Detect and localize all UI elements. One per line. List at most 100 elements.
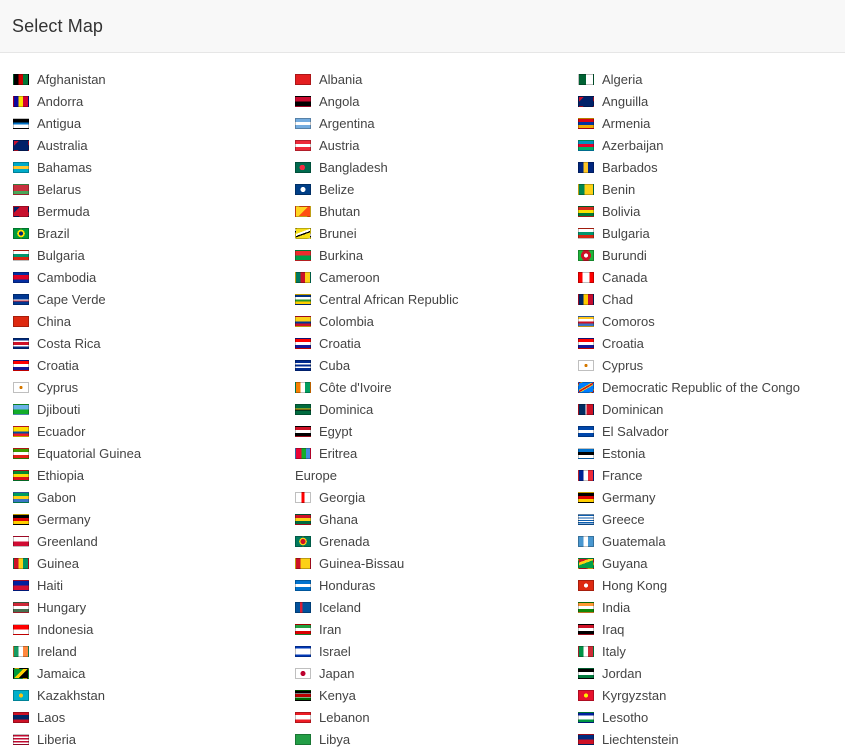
map-item-brunei[interactable]: Brunei: [295, 222, 458, 244]
map-item-afghanistan[interactable]: Afghanistan: [13, 68, 141, 90]
map-item-guatemala[interactable]: Guatemala: [578, 530, 800, 552]
map-item-iceland[interactable]: Iceland: [295, 596, 458, 618]
map-item-guinea-bissau[interactable]: Guinea-Bissau: [295, 552, 458, 574]
map-item-angola[interactable]: Angola: [295, 90, 458, 112]
map-item-libya[interactable]: Libya: [295, 728, 458, 750]
map-item-kazakhstan[interactable]: Kazakhstan: [13, 684, 141, 706]
map-item-bahamas[interactable]: Bahamas: [13, 156, 141, 178]
map-item-greece[interactable]: Greece: [578, 508, 800, 530]
map-item-honduras[interactable]: Honduras: [295, 574, 458, 596]
map-item-georgia[interactable]: Georgia: [295, 486, 458, 508]
map-item-benin[interactable]: Benin: [578, 178, 800, 200]
map-item-jordan[interactable]: Jordan: [578, 662, 800, 684]
lebanon-flag-icon: [295, 711, 311, 723]
map-item-cape-verde[interactable]: Cape Verde: [13, 288, 141, 310]
map-item-barbados[interactable]: Barbados: [578, 156, 800, 178]
map-item-argentina[interactable]: Argentina: [295, 112, 458, 134]
map-item-cameroon[interactable]: Cameroon: [295, 266, 458, 288]
map-item-austria[interactable]: Austria: [295, 134, 458, 156]
map-item-bulgaria[interactable]: Bulgaria: [13, 244, 141, 266]
map-item-italy[interactable]: Italy: [578, 640, 800, 662]
map-item-cuba[interactable]: Cuba: [295, 354, 458, 376]
map-item-japan[interactable]: Japan: [295, 662, 458, 684]
map-item-central-african-republic[interactable]: Central African Republic: [295, 288, 458, 310]
map-item-canada[interactable]: Canada: [578, 266, 800, 288]
map-item-azerbaijan[interactable]: Azerbaijan: [578, 134, 800, 156]
antigua-flag-icon: [13, 117, 29, 129]
map-item-democratic-republic-of-the-congo[interactable]: Democratic Republic of the Congo: [578, 376, 800, 398]
map-item-liechtenstein[interactable]: Liechtenstein: [578, 728, 800, 750]
map-item-bolivia[interactable]: Bolivia: [578, 200, 800, 222]
map-item-burundi[interactable]: Burundi: [578, 244, 800, 266]
map-item-egypt[interactable]: Egypt: [295, 420, 458, 442]
map-item-guyana[interactable]: Guyana: [578, 552, 800, 574]
map-item-guinea[interactable]: Guinea: [13, 552, 141, 574]
map-item-croatia[interactable]: Croatia: [13, 354, 141, 376]
map-item-ethiopia[interactable]: Ethiopia: [13, 464, 141, 486]
map-item-dominican[interactable]: Dominican: [578, 398, 800, 420]
map-item-lesotho[interactable]: Lesotho: [578, 706, 800, 728]
map-item-anguilla[interactable]: Anguilla: [578, 90, 800, 112]
map-item-dominica[interactable]: Dominica: [295, 398, 458, 420]
map-item-croatia[interactable]: Croatia: [578, 332, 800, 354]
map-item-haiti[interactable]: Haiti: [13, 574, 141, 596]
map-item-andorra[interactable]: Andorra: [13, 90, 141, 112]
map-item-laos[interactable]: Laos: [13, 706, 141, 728]
map-item-germany[interactable]: Germany: [13, 508, 141, 530]
map-item-kyrgyzstan[interactable]: Kyrgyzstan: [578, 684, 800, 706]
map-item-eritrea[interactable]: Eritrea: [295, 442, 458, 464]
map-item-hungary[interactable]: Hungary: [13, 596, 141, 618]
map-item-armenia[interactable]: Armenia: [578, 112, 800, 134]
map-item-grenada[interactable]: Grenada: [295, 530, 458, 552]
map-item-australia[interactable]: Australia: [13, 134, 141, 156]
map-item-germany[interactable]: Germany: [578, 486, 800, 508]
map-item-iran[interactable]: Iran: [295, 618, 458, 640]
map-item-gabon[interactable]: Gabon: [13, 486, 141, 508]
map-item-iraq[interactable]: Iraq: [578, 618, 800, 640]
map-item-cambodia[interactable]: Cambodia: [13, 266, 141, 288]
map-item-india[interactable]: India: [578, 596, 800, 618]
map-item-belize[interactable]: Belize: [295, 178, 458, 200]
map-item-ecuador[interactable]: Ecuador: [13, 420, 141, 442]
map-item-equatorial-guinea[interactable]: Equatorial Guinea: [13, 442, 141, 464]
map-item-indonesia[interactable]: Indonesia: [13, 618, 141, 640]
map-item-djibouti[interactable]: Djibouti: [13, 398, 141, 420]
map-item-bhutan[interactable]: Bhutan: [295, 200, 458, 222]
map-item-label: Georgia: [319, 489, 366, 505]
map-item-lebanon[interactable]: Lebanon: [295, 706, 458, 728]
map-item-liberia[interactable]: Liberia: [13, 728, 141, 750]
map-item-bulgaria[interactable]: Bulgaria: [578, 222, 800, 244]
map-item-ghana[interactable]: Ghana: [295, 508, 458, 530]
map-item-israel[interactable]: Israel: [295, 640, 458, 662]
map-item-albania[interactable]: Albania: [295, 68, 458, 90]
andorra-flag-icon: [13, 95, 29, 107]
map-item-bermuda[interactable]: Bermuda: [13, 200, 141, 222]
map-item-cyprus[interactable]: Cyprus: [578, 354, 800, 376]
map-item-comoros[interactable]: Comoros: [578, 310, 800, 332]
map-item-chad[interactable]: Chad: [578, 288, 800, 310]
map-item-cote-d-ivoire[interactable]: Côte d'Ivoire: [295, 376, 458, 398]
map-item-colombia[interactable]: Colombia: [295, 310, 458, 332]
map-item-estonia[interactable]: Estonia: [578, 442, 800, 464]
map-item-belarus[interactable]: Belarus: [13, 178, 141, 200]
map-item-jamaica[interactable]: Jamaica: [13, 662, 141, 684]
map-item-ireland[interactable]: Ireland: [13, 640, 141, 662]
map-item-europe[interactable]: Europe: [295, 464, 458, 486]
map-item-label: Ecuador: [37, 423, 86, 439]
liberia-flag-icon: [13, 733, 29, 745]
map-item-croatia[interactable]: Croatia: [295, 332, 458, 354]
map-item-cyprus[interactable]: Cyprus: [13, 376, 141, 398]
map-item-algeria[interactable]: Algeria: [578, 68, 800, 90]
map-item-bangladesh[interactable]: Bangladesh: [295, 156, 458, 178]
map-item-france[interactable]: France: [578, 464, 800, 486]
map-item-el-salvador[interactable]: El Salvador: [578, 420, 800, 442]
map-item-brazil[interactable]: Brazil: [13, 222, 141, 244]
map-item-burkina[interactable]: Burkina: [295, 244, 458, 266]
map-item-greenland[interactable]: Greenland: [13, 530, 141, 552]
map-item-kenya[interactable]: Kenya: [295, 684, 458, 706]
map-item-antigua[interactable]: Antigua: [13, 112, 141, 134]
bulgaria-flag-icon: [13, 249, 29, 261]
map-item-hong-kong[interactable]: Hong Kong: [578, 574, 800, 596]
map-item-costa-rica[interactable]: Costa Rica: [13, 332, 141, 354]
map-item-china[interactable]: China: [13, 310, 141, 332]
